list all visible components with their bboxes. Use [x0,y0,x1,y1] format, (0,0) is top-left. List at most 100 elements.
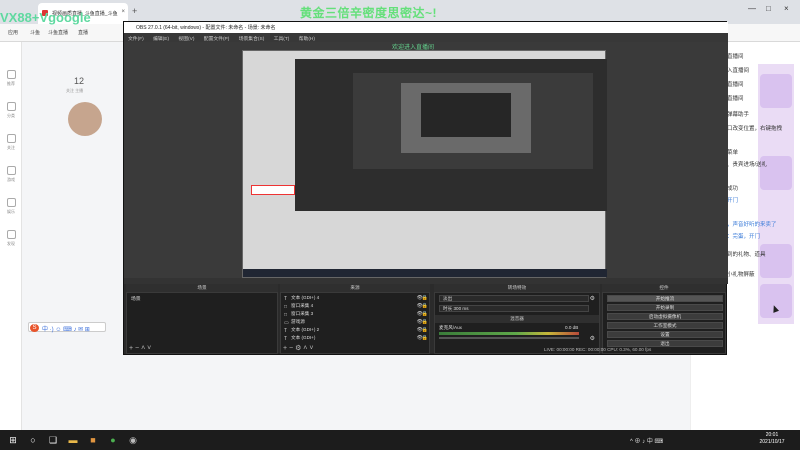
lock-icon[interactable]: 🔒 [422,311,428,317]
virtual-camera-button[interactable]: 启动虚拟摄像机 [607,313,723,320]
entertainment-icon [6,198,16,207]
duration-value: 300 ms [453,306,469,311]
start-recording-button[interactable]: 开始录制 [607,304,723,311]
scenes-panel: 场景 + − ˄ ˅ [126,292,278,354]
lock-icon[interactable]: 🔒 [422,303,428,309]
lock-icon[interactable]: 🔒 [422,319,428,325]
close-window-icon[interactable]: × [784,4,789,13]
mixer-channel-label: 麦克风/Aux [439,325,462,330]
stream-overlay-welcome: 欢迎进入直播间 [392,45,435,51]
scene-item[interactable]: 场景 [131,295,141,302]
mixer-header: 混音器 [435,315,599,323]
controls-panel: 开始推流 开始录制 启动虚拟摄像机 工作室模式 设置 退出 [602,292,726,354]
sources-footer-controls[interactable]: + − ⚙ ˄ ˅ [283,344,313,352]
file-explorer-icon[interactable]: ▬ [66,433,80,447]
gift-ad-strip [758,64,794,324]
source-name: 窗口采集 4 [291,303,314,308]
exit-button[interactable]: 退出 [607,340,723,347]
search-icon[interactable]: ○ [26,433,40,447]
gear-icon[interactable]: ⚙ [590,295,595,302]
obs-status-bar: LIVE: 00:00:00 REC: 00:00:00 CPU: 0.3%, … [544,347,652,352]
source-item[interactable]: T 文本 (GDI+) 4 👁 🔒 [283,295,429,302]
source-name: 文本 (GDI+) 4 [291,295,320,300]
nested-obs-capture [295,59,607,211]
gift-banner[interactable] [760,284,792,318]
transition-select[interactable]: 淡出 [439,295,589,302]
app-icon[interactable]: ■ [86,433,100,447]
rail-item[interactable]: 娱乐 [2,198,20,215]
studio-mode-button[interactable]: 工作室模式 [607,322,723,329]
lock-icon[interactable]: 🔒 [422,327,428,333]
obs-preview[interactable] [124,42,728,278]
windows-logo-icon[interactable]: ⊞ [6,433,20,447]
obs-window: OBS 27.0.1 (64-bit, windows) - 配置文件: 未命名… [123,21,728,355]
source-type-icon: □ [284,304,288,310]
preview-canvas [242,50,607,278]
source-item[interactable]: T 文本 (GDI+) 👁 🔒 [283,335,429,342]
sogou-logo-icon: S [30,324,39,332]
lock-icon[interactable]: 🔒 [422,335,428,341]
avatar[interactable] [68,102,102,136]
source-type-icon: □ [284,312,288,318]
sources-panel: T 文本 (GDI+) 4 👁 🔒 □ 窗口采集 4 👁 🔒 □ 窗口采集 3 👁 🔒 ▭ 游戏源 👁 🔒 T 文… [280,292,430,354]
source-item[interactable]: □ 窗口采集 3 👁 🔒 [283,311,429,318]
site-side-rail: 推荐 分类 关注 游戏 娱乐 发现 [0,42,22,430]
chrome-icon[interactable]: ● [106,433,120,447]
bookmark-item[interactable]: 斗鱼直播 [48,29,68,36]
source-item[interactable]: ▭ 游戏源 👁 🔒 [283,319,429,326]
nested-screen [401,83,531,153]
mixer-settings-icon[interactable]: ⚙ [590,335,595,342]
host-count: 12 [74,76,85,86]
lock-icon[interactable]: 🔒 [422,295,428,301]
source-item[interactable]: □ 窗口采集 4 👁 🔒 [283,303,429,310]
system-tray[interactable]: ^ ⊕ ♪ 中 ⌨ [630,436,663,445]
host-sub-label: 关注 主播 [66,88,84,93]
bookmark-item[interactable]: 直播 [78,29,88,36]
close-tab-icon[interactable]: × [121,9,125,15]
bookmark-item[interactable]: 斗鱼 [30,29,40,36]
nested-text-source [251,185,295,195]
mixer-db: 0.0 dB [565,325,579,330]
stream-overlay-watermark: VX88+Vgoogle [0,10,91,25]
bookmark-item[interactable]: 应用 [8,29,18,36]
rail-item[interactable]: 关注 [2,134,20,151]
source-item[interactable]: T 文本 (GDI+) 2 👁 🔒 [283,327,429,334]
plus-icon[interactable]: + [132,6,137,16]
host-card: 12 关注 主播 [52,66,122,146]
discover-icon [6,230,16,239]
windows-taskbar: ⊞ ○ ❑ ▬ ■ ● ◉ ^ ⊕ ♪ 中 ⌨ 20:01 2021/10/17 [0,430,800,450]
nested-preview [353,73,593,169]
task-view-icon[interactable]: ❑ [46,433,60,447]
rail-item[interactable]: 游戏 [2,166,20,183]
stream-overlay-title: 黄金三倍辛密度思密达~! [300,6,438,20]
follow-icon [6,134,16,143]
duration-field[interactable]: 时长 300 ms [439,305,589,312]
settings-button[interactable]: 设置 [607,331,723,338]
minimize-icon[interactable]: — [748,4,756,13]
duration-label: 时长 [443,306,453,311]
maximize-icon[interactable]: □ [766,4,771,13]
source-name: 文本 (GDI+) 2 [291,327,320,332]
nested-screen-inner [421,93,511,137]
start-streaming-button[interactable]: 开始推流 [607,295,723,302]
rail-item[interactable]: 推荐 [2,70,20,87]
home-icon [6,70,16,79]
volume-slider[interactable] [439,337,579,339]
obs-menu-bar: 文件(F) 编辑(E) 视图(V) 配置文件(P) 场景集合(S) 工具(T) … [124,33,728,42]
transitions-header: 转场特效 [434,284,600,292]
source-type-icon: T [284,336,288,342]
scenes-header: 场景 [126,284,278,292]
rail-item[interactable]: 发现 [2,230,20,247]
clock-time: 20:01 [765,432,779,438]
rail-item[interactable]: 分类 [2,102,20,119]
transitions-mixer-panel: 淡出 ⚙ 时长 300 ms 混音器 麦克风/Aux 0.0 dB ⚙ [434,292,600,354]
scenes-footer-controls[interactable]: + − ˄ ˅ [129,345,151,352]
sources-header: 来源 [280,284,430,292]
controls-header: 控件 [602,284,726,292]
ime-tools-icons[interactable]: 中 ·) ☺ ⌨ ♪ ✉ ⊞ [42,324,90,333]
taskbar-clock[interactable]: 20:01 2021/10/17 [752,432,792,446]
ime-toolbar[interactable]: S 中 ·) ☺ ⌨ ♪ ✉ ⊞ [28,322,106,333]
source-type-icon: T [284,296,288,302]
gift-banner[interactable] [760,74,792,108]
obs-icon[interactable]: ◉ [126,433,140,447]
